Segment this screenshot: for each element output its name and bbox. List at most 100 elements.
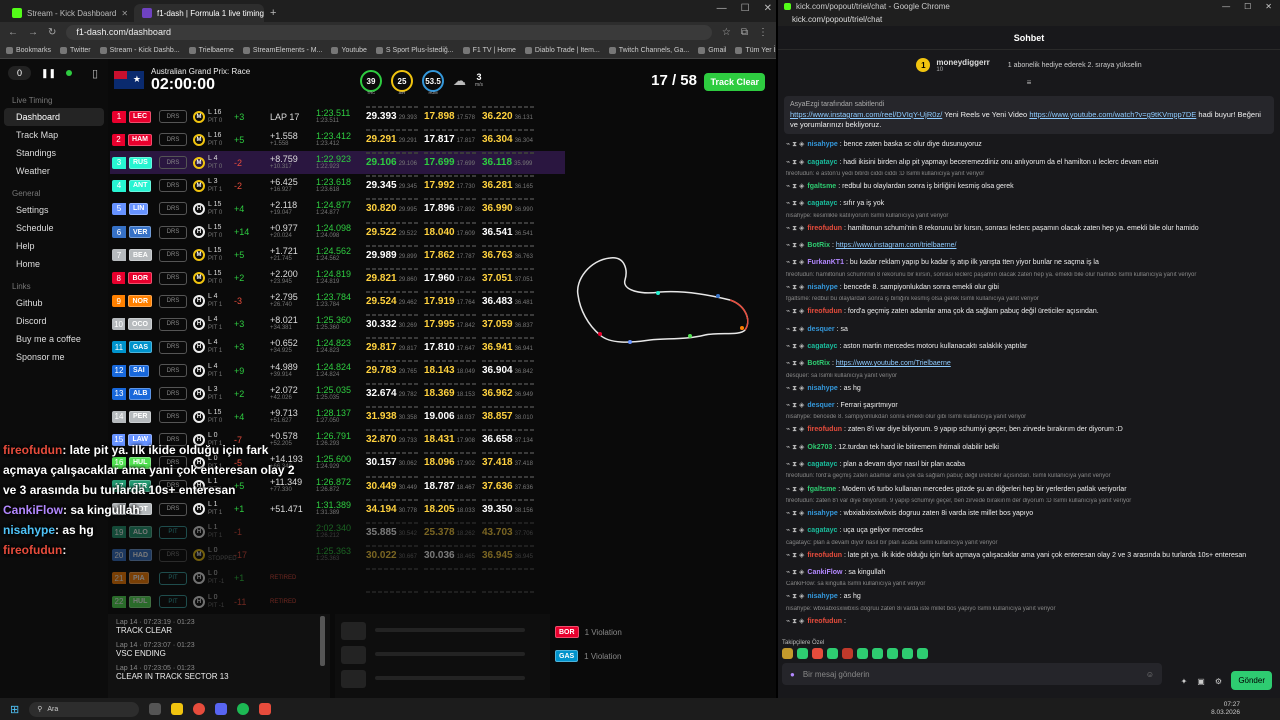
new-tab-icon[interactable]: + <box>264 7 282 22</box>
spotify-icon[interactable] <box>237 703 250 715</box>
nav-home[interactable]: Home <box>4 255 104 273</box>
close-window-icon[interactable]: ✕ <box>1265 2 1272 11</box>
chat-username[interactable]: cagatayc <box>807 527 837 534</box>
chat-message[interactable]: ⌁ ⧗ ◈ nisahype: wbxiabxisxiwbxis dogruu z… <box>784 505 1274 522</box>
chat-message[interactable]: ⌁ ⧗ ◈ nisahype: as hg <box>784 380 1274 397</box>
send-button[interactable]: Gönder <box>1231 671 1272 690</box>
back-icon[interactable]: ← <box>8 27 18 38</box>
driver-row[interactable]: 7 BEA DRS M L 15 PIT 0 +5 +1.721 +21.745 1:24.562… <box>110 244 565 267</box>
bookmark-item[interactable]: Gmail <box>698 46 726 54</box>
pause-icon[interactable]: ❚❚ <box>41 68 56 79</box>
chat-message[interactable]: ⌁ ⧗ ◈ desquer: Ferrari şaşırtmıyor <box>784 397 1274 414</box>
emote-icon[interactable] <box>842 648 853 659</box>
forward-icon[interactable]: → <box>28 27 38 38</box>
driver-row[interactable]: 10 OCO DRS H L 4 PIT 1 +3 +8.021 +34.381 1:25.360… <box>110 313 565 336</box>
driver-row[interactable]: 12 SAI DRS H L 4 PIT 1 +9 +4.989 +39.914 1:24.824… <box>110 359 565 382</box>
bookmark-item[interactable]: Tüm Yer İşaretleri <box>735 46 776 54</box>
bookmark-item[interactable]: F1 TV | Home <box>462 46 516 54</box>
minimize-icon[interactable]: — <box>717 3 727 14</box>
chat-message[interactable]: ⌁ ⧗ ◈ BotRix: https://www.instagram.com/t… <box>784 237 1274 254</box>
bookmark-item[interactable]: Stream - Kick Dashb... <box>99 46 180 54</box>
chat-message[interactable]: ⌁ ⧗ ◈ fireofudun: late pit ya. ilk ikide … <box>784 547 1274 564</box>
chat-message[interactable]: ⌁ ⧗ ◈ cagatayc: aston martin mercedes mot… <box>784 338 1274 355</box>
chat-message[interactable]: ⌁ ⧗ ◈ cagatayc: plan a devam diyor nasıl … <box>784 456 1274 473</box>
app-icon[interactable] <box>259 703 272 715</box>
sidebar-toggle-icon[interactable]: ▯ <box>92 67 98 80</box>
chat-username[interactable]: nisahype <box>807 593 837 600</box>
chat-message[interactable]: ⌁ ⧗ ◈ fireofudun: hamiltonun schumi'nin 8… <box>784 220 1274 237</box>
chat-message[interactable]: ⌁ ⧗ ◈ cagatayc: sıfır ya iş yok <box>784 195 1274 212</box>
driver-row[interactable]: 14 PER DRS H L 15 PIT 0 +4 +9.713 +51.627 1:28.13… <box>110 405 565 428</box>
nav-discord[interactable]: Discord <box>4 312 104 330</box>
maximize-icon[interactable]: ☐ <box>741 3 750 14</box>
chat-message[interactable]: ⌁ ⧗ ◈ CankiFlow: sa kingullah <box>784 564 1274 581</box>
chat-username[interactable]: desquer <box>807 326 834 333</box>
chat-username[interactable]: Ok2703 <box>807 444 832 451</box>
chat-username[interactable]: fireofudun <box>807 225 842 232</box>
nav-track-map[interactable]: Track Map <box>4 126 104 144</box>
chrome-icon[interactable] <box>193 703 206 715</box>
chat-username[interactable]: fireofudun <box>807 308 842 315</box>
mic-icon[interactable]: ● <box>790 670 795 679</box>
driver-row[interactable]: 21 PIA PIT H L 0 PIT -1 +1 RETIRED <box>110 567 565 590</box>
chat-username[interactable]: nisahype <box>807 284 837 291</box>
emote-icon[interactable] <box>887 648 898 659</box>
chat-username[interactable]: BotRix <box>807 360 830 367</box>
pinned-link[interactable]: https://www.youtube.com/watch?v=g9tKVmpp… <box>1029 110 1196 119</box>
points-icon[interactable]: ✦ <box>1181 677 1188 686</box>
chat-username[interactable]: fireofudun <box>807 426 842 433</box>
driver-row[interactable]: 1 LEC DRS M L 16 PIT 0 +3 LAP 17 1:23.511 1:23.51… <box>110 105 565 128</box>
delay-counter[interactable]: 0 <box>8 66 32 80</box>
chat-message[interactable]: ⌁ ⧗ ◈ desquer: sa <box>784 320 1274 337</box>
chat-username[interactable]: nisahype <box>807 510 837 517</box>
chat-username[interactable]: fgaltsme <box>807 183 836 190</box>
chat-username[interactable]: nisahype <box>807 141 837 148</box>
emote-icon[interactable] <box>857 648 868 659</box>
chat-message[interactable]: ⌁ ⧗ ◈ fireofudun: <box>784 613 1274 630</box>
driver-row[interactable]: 6 VER DRS H L 15 PIT 0 +14 +0.977 +20.024 1:24.09… <box>110 220 565 243</box>
menu-icon[interactable]: ⋮ <box>758 27 768 38</box>
nav-schedule[interactable]: Schedule <box>4 219 104 237</box>
bookmark-item[interactable]: Bookmarks <box>6 46 51 54</box>
chat-username[interactable]: fgaltsme <box>807 486 836 493</box>
nav-standings[interactable]: Standings <box>4 144 104 162</box>
nav-weather[interactable]: Weather <box>4 162 104 180</box>
chat-message[interactable]: ⌁ ⧗ ◈ fgaltsme: Modern v6 turbo kullanan … <box>784 480 1274 497</box>
pinned-link[interactable]: https://www.instagram.com/reel/DVIqY-UjR… <box>790 110 942 119</box>
chat-message[interactable]: ⌁ ⧗ ◈ BotRix: https://www.youtube.com/Tri… <box>784 355 1274 372</box>
driver-row[interactable]: 11 GAS DRS H L 4 PIT 1 +3 +0.652 +34.925 1:24.823… <box>110 336 565 359</box>
emote-icon[interactable] <box>872 648 883 659</box>
settings-icon[interactable]: ⚙ <box>1215 677 1222 686</box>
maximize-icon[interactable]: ☐ <box>1244 2 1251 11</box>
bookmark-item[interactable]: Trielbaerne <box>188 46 234 54</box>
tab-f1-dash[interactable]: f1-dash | Formula 1 live timing✕ <box>134 4 264 22</box>
emote-icon[interactable] <box>917 648 928 659</box>
extensions-icon[interactable]: ⧉ <box>741 27 748 38</box>
chat-username[interactable]: cagatayc <box>807 159 837 166</box>
bookmark-item[interactable]: S Sport Plus-İstediğ... <box>375 46 454 54</box>
chat-message[interactable]: ⌁ ⧗ ◈ fireofudun: zaten 8'i var diye bili… <box>784 421 1274 438</box>
chat-username[interactable]: CankiFlow <box>807 569 842 576</box>
driver-row[interactable]: 8 BOR DRS M L 15 PIT 0 +2 +2.200 +23.945 1:24.819… <box>110 267 565 290</box>
bookmark-item[interactable]: Twitch Channels, Ga... <box>608 46 689 54</box>
chat-message[interactable]: ⌁ ⧗ ◈ nisahype: bencede 8. sampiyonlukdan… <box>784 279 1274 296</box>
driver-row[interactable]: 13 ALB DRS H L 3 PIT 1 +2 +2.072 +42.026 1:25.035… <box>110 382 565 405</box>
chat-username[interactable]: cagatayc <box>807 461 837 468</box>
nav-settings[interactable]: Settings <box>4 201 104 219</box>
chat-username[interactable]: BotRix <box>807 242 830 249</box>
task-view-icon[interactable] <box>149 703 162 715</box>
chat-message[interactable]: ⌁ ⧗ ◈ nisahype: as hg <box>784 588 1274 605</box>
driver-row[interactable]: 4 ANT DRS M L 3 PIT 1 -2 +6.425 +16.927 1:23.618 1… <box>110 174 565 197</box>
chat-input[interactable]: ● Bir mesaj gönderin ☺ <box>782 663 1162 685</box>
tab-kick-dashboard[interactable]: Stream - Kick Dashboard ✕ <box>4 4 134 22</box>
chat-message[interactable]: ⌁ ⧗ ◈ fgaltsme: redbul bu olaylardan sonr… <box>784 178 1274 195</box>
star-icon[interactable]: ☆ <box>722 27 731 38</box>
nav-buy-coffee[interactable]: Buy me a coffee <box>4 330 104 348</box>
emote-icon[interactable] <box>827 648 838 659</box>
reload-icon[interactable]: ↻ <box>48 27 56 38</box>
chat-text[interactable]: https://www.youtube.com/Trielbaerne <box>836 360 951 367</box>
chat-message[interactable]: ⌁ ⧗ ◈ cagatayc: uça uça geliyor mercedes <box>784 522 1274 539</box>
bookmark-item[interactable]: Youtube <box>331 46 367 54</box>
bookmark-item[interactable]: StreamElements - M... <box>242 46 322 54</box>
driver-row[interactable]: 9 NOR DRS H L 4 PIT 1 -3 +2.795 +26.740 1:23.784 1… <box>110 290 565 313</box>
